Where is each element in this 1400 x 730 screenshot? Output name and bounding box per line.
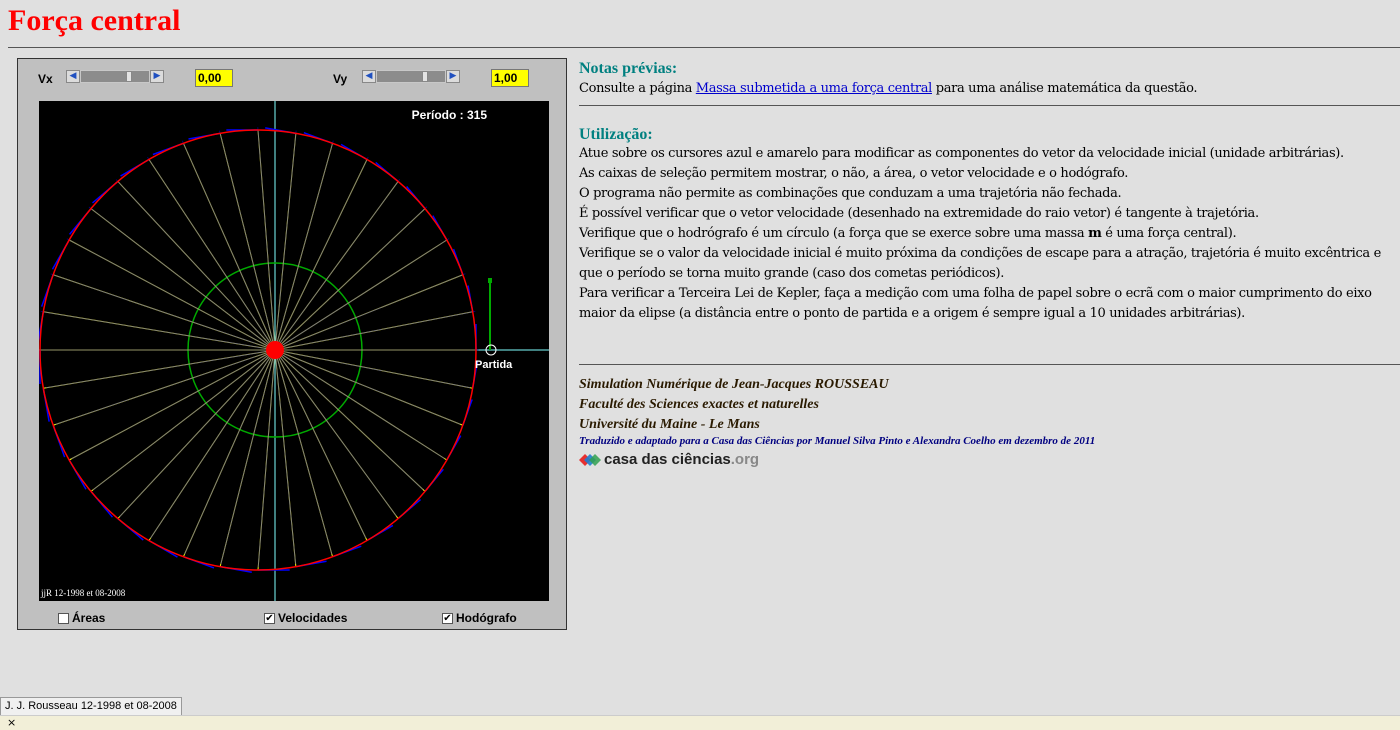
hodograph-ray (274, 273, 466, 351)
vy-right-arrow-icon[interactable]: ▶ (446, 70, 460, 83)
vx-slider-thumb[interactable] (126, 71, 132, 82)
usage-line: O programa não permite as combinações qu… (579, 186, 1122, 201)
hodograph-ray (274, 349, 367, 539)
page-title: Força central (8, 4, 181, 37)
areas-checkbox[interactable]: Áreas (58, 611, 105, 625)
hodograph-label: Hodógrafo (456, 611, 517, 625)
notes-text-after: para uma análise matemática da questão. (931, 81, 1198, 96)
hodograph-ray (147, 156, 276, 351)
usage-text: Atue sobre os cursores azul e amarelo pa… (579, 144, 1400, 324)
areas-label: Áreas (72, 611, 106, 625)
notes-text-before: Consulte a página (579, 81, 696, 96)
initial-velocity-tip (488, 278, 492, 283)
vy-value-field[interactable]: 1,00 (491, 69, 529, 87)
hodograph-ray (150, 349, 276, 539)
logo-text: casa das ciências (604, 451, 731, 468)
period-label: Período : 315 (411, 108, 487, 122)
close-icon[interactable]: × (7, 716, 16, 729)
hodograph-ray (55, 349, 276, 425)
usage-line: Verifique se o valor da velocidade inici… (579, 246, 1381, 281)
hodograph-ray (50, 273, 276, 351)
vy-label: Vy (333, 72, 348, 86)
analysis-link[interactable]: Massa submetida a uma força central (696, 81, 933, 96)
credits: Simulation Numérique de Jean-Jacques ROU… (579, 375, 1400, 468)
usage-title: Utilização: (579, 126, 653, 143)
simulation-applet: Vx ◀ ▶ 0,00 Vy ◀ ▶ 1,00 Período : 315 Pa… (17, 58, 567, 630)
vx-slider-track[interactable] (81, 71, 149, 82)
vx-right-arrow-icon[interactable]: ▶ (150, 70, 164, 83)
usage-line: Atue sobre os cursores azul e amarelo pa… (579, 146, 1344, 161)
hodograph-ray (274, 130, 297, 351)
hodograph-ray (274, 206, 428, 351)
university-line: Université du Maine - Le Mans (579, 417, 760, 432)
velocities-label: Velocidades (278, 611, 348, 625)
hodograph-checkbox[interactable]: ✔ Hodógrafo (442, 611, 517, 625)
hodograph-ray (274, 349, 424, 490)
usage-line: As caixas de seleção permitem mostrar, o… (579, 166, 1129, 181)
logo-icon (579, 453, 601, 466)
start-label: Partida (475, 359, 513, 371)
divider (579, 364, 1400, 365)
orbit-drawing (39, 101, 549, 601)
vx-label: Vx (38, 72, 53, 86)
usage-line: É possível verificar que o vetor velocid… (579, 206, 1259, 221)
velocities-checkbox[interactable]: ✔ Velocidades (264, 611, 347, 625)
vy-slider-thumb[interactable] (422, 71, 428, 82)
checkbox-icon[interactable]: ✔ (442, 612, 453, 624)
hodograph-ray (115, 179, 276, 351)
faculty-line: Faculté des Sciences exactes et naturell… (579, 397, 819, 412)
vy-left-arrow-icon[interactable]: ◀ (362, 70, 376, 83)
vy-slider[interactable]: ◀ ▶ (362, 70, 460, 83)
checkbox-icon[interactable]: ✔ (264, 612, 275, 624)
canvas-credit: jjR 12-1998 et 08-2008 (41, 588, 126, 598)
bottom-bar: × (0, 715, 1400, 730)
hodograph-ray (274, 349, 397, 517)
vx-value-field[interactable]: 0,00 (195, 69, 233, 87)
central-mass (266, 341, 284, 359)
vx-slider[interactable]: ◀ ▶ (66, 70, 164, 83)
hodograph-ray (274, 349, 296, 564)
notes-text: Consulte a página Massa submetida a uma … (579, 79, 1400, 99)
author-line: Simulation Numérique de Jean-Jacques ROU… (579, 377, 889, 392)
notes-title: Notas prévias: (579, 60, 678, 77)
hodograph-ray (88, 206, 276, 351)
casa-das-ciencias-logo[interactable]: casa das ciências .org (579, 451, 1400, 468)
usage-line: Para verificar a Terceira Lei de Kepler,… (579, 286, 1372, 321)
mass-symbol: m (1088, 226, 1102, 241)
hodograph-ray (274, 156, 369, 351)
divider (8, 47, 1400, 48)
logo-suffix: .org (730, 451, 760, 468)
hodograph-ray (92, 349, 276, 491)
orbit-canvas: Período : 315 Partida jjR 12-1998 et 08-… (39, 101, 549, 601)
hodograph-ray (274, 349, 461, 425)
status-bar: J. J. Rousseau 12-1998 et 08-2008 (0, 697, 182, 717)
description-panel: Notas prévias: Consulte a página Massa s… (579, 60, 1400, 468)
usage-line: Verifique que o hodrógrafo é um círculo … (579, 226, 1237, 241)
vx-left-arrow-icon[interactable]: ◀ (66, 70, 80, 83)
checkbox-icon[interactable] (58, 612, 69, 624)
vy-slider-track[interactable] (377, 71, 445, 82)
translation-line: Traduzido e adaptado para a Casa das Ciê… (579, 435, 1096, 447)
divider (579, 105, 1400, 106)
